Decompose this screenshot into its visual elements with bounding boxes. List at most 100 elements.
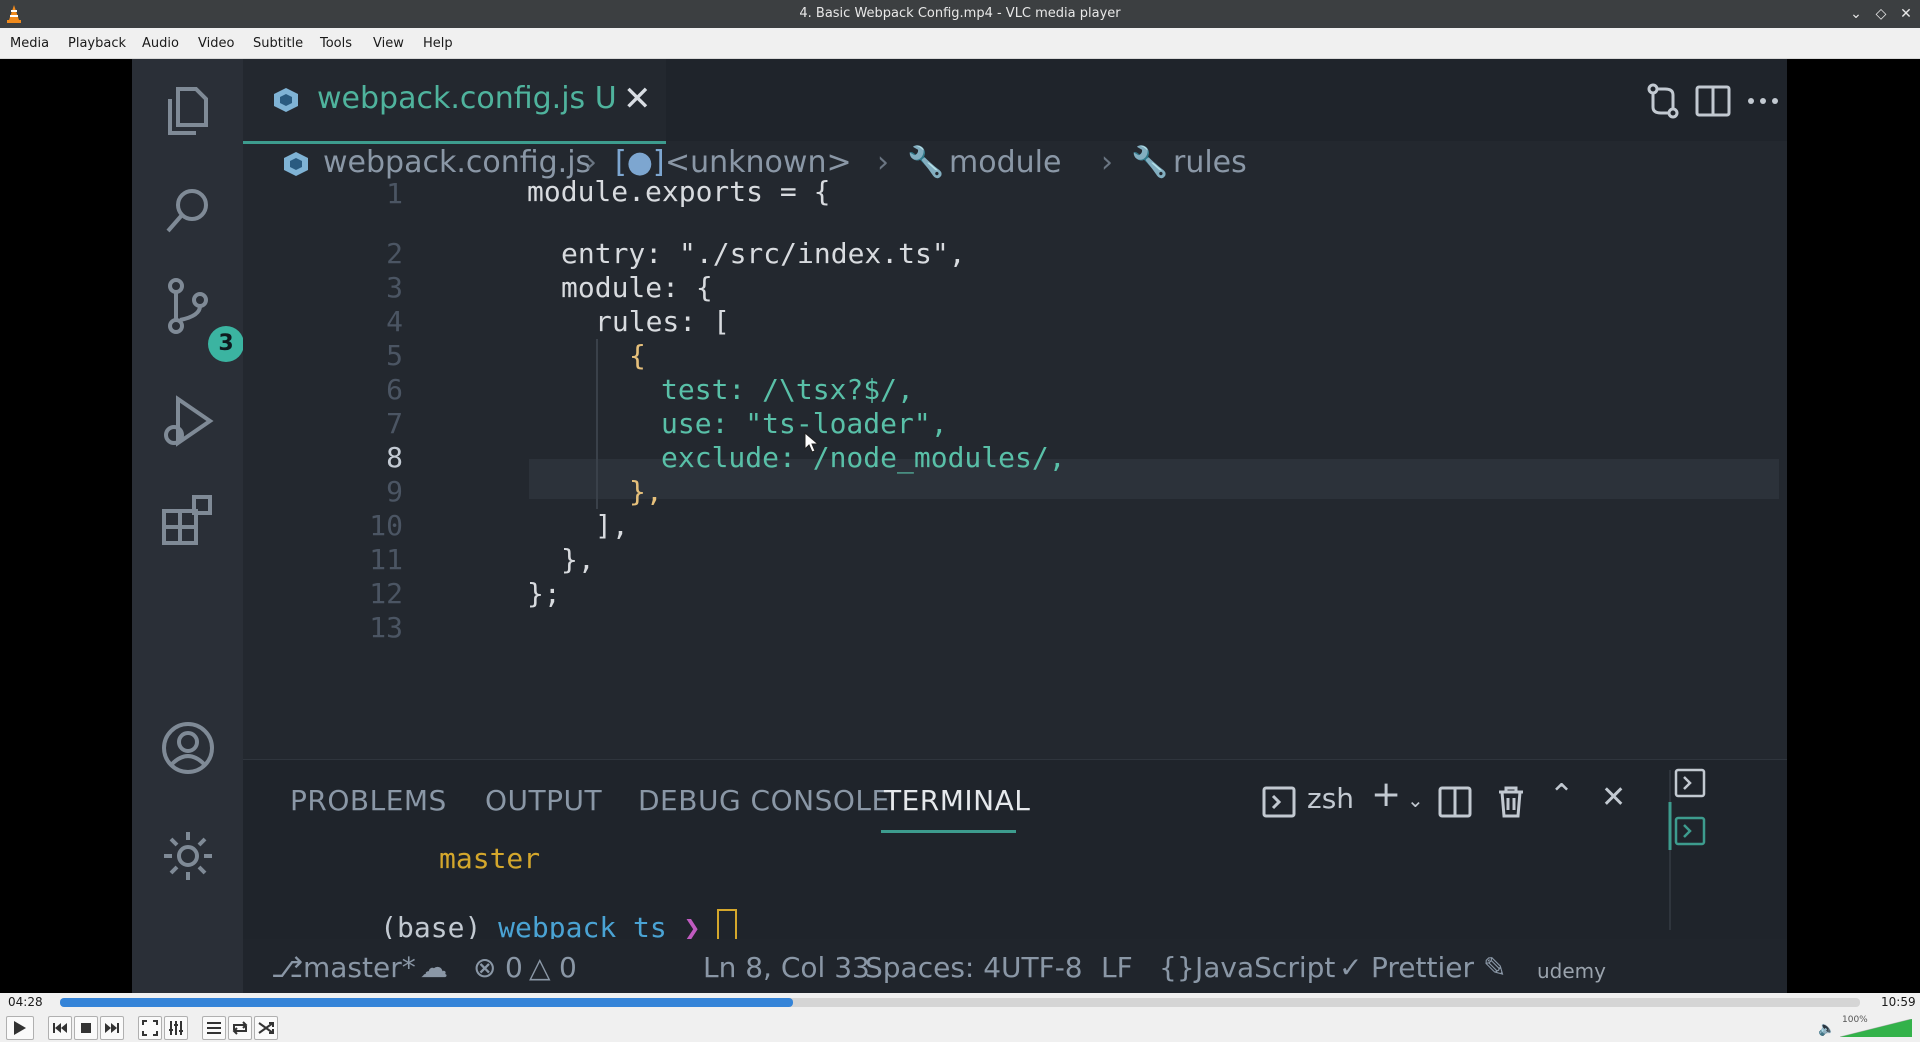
shell-name: zsh [1307,782,1355,815]
speaker-icon[interactable]: 🔈 [1818,1021,1835,1037]
terminal-cursor [717,909,738,941]
menu-audio[interactable]: Audio [142,36,179,51]
mouse-pointer-icon [804,431,820,453]
add-terminal-icon: + [1371,774,1402,815]
line-number: 10 [369,509,403,542]
control-bar: 🔈 100% [0,1013,1920,1042]
stop-button[interactable] [74,1016,98,1040]
panel-tab-terminal: TERMINAL [884,784,1031,817]
minimize-icon[interactable]: ⌄ [1846,4,1866,24]
next-button[interactable] [100,1016,124,1040]
tab-close-icon: ✕ [623,79,652,119]
terminal-icon [1262,786,1296,818]
source-control-icon [168,278,208,334]
maximize-icon[interactable]: ◇ [1871,4,1891,24]
terminal-branch: master [439,842,541,875]
loop-button[interactable] [228,1016,252,1040]
menu-playback[interactable]: Playback [68,36,126,51]
code-line: test: /\tsx?$/, [661,373,914,406]
split-terminal-icon [1438,786,1472,818]
shuffle-button[interactable] [254,1016,278,1040]
terminal-list [1668,768,1706,930]
seek-progress [60,998,793,1007]
stop-icon [81,1023,91,1033]
panel-tab-debug-console: DEBUG CONSOLE [638,784,890,817]
line-number: 2 [386,237,403,270]
close-panel-icon: ✕ [1601,780,1627,815]
line-number: 11 [369,543,403,576]
menu-media[interactable]: Media [10,36,49,51]
window-title: 4. Basic Webpack Config.mp4 - VLC media … [799,6,1121,21]
window-titlebar: 4. Basic Webpack Config.mp4 - VLC media … [0,0,1920,28]
status-warnings: 0 [559,951,577,984]
elapsed-time: 04:28 [8,995,43,1009]
code-line: }, [629,475,663,508]
line-number: 3 [386,271,403,304]
code-line: }; [527,577,561,610]
volume-label: 100% [1842,1015,1868,1025]
status-formatter: Prettier [1371,951,1474,984]
menu-tools[interactable]: Tools [320,36,352,51]
status-position: Ln 8, Col 33 [703,951,870,984]
maximize-panel-icon: ⌃ [1549,778,1575,813]
breadcrumb-rules: rules [1173,145,1247,180]
code-line: rules: [ [595,305,730,338]
play-icon [14,1021,26,1035]
source-control-badge: 3 [208,326,244,362]
previous-button[interactable] [48,1016,72,1040]
play-button[interactable] [6,1016,34,1040]
fullscreen-icon [142,1020,158,1036]
line-number: 7 [386,407,403,440]
status-language: JavaScript [1195,951,1336,984]
settings-gear-icon [164,832,212,880]
editor-tab-bar: webpack.config.js U ✕ [243,59,1787,144]
bottom-panel: PROBLEMS OUTPUT DEBUG CONSOLE TERMINAL z… [243,759,1787,944]
check-icon: ✓ [1339,951,1363,984]
status-bar: ⎇ master* ☁ ⊗ 0 △ 0 Ln 8, Col 33 Spaces:… [243,939,1787,993]
code-line: ], [595,509,629,542]
extended-settings-button[interactable] [164,1016,188,1040]
status-branch: master* [303,951,416,984]
code-line-active[interactable]: exclude: /node_modules/, [661,441,1066,474]
source-control-item: 3 [132,274,244,364]
fullscreen-button[interactable] [138,1016,162,1040]
status-eol: LF [1101,951,1133,984]
account-icon [162,722,214,774]
indent-guide [596,339,598,509]
line-number: 13 [369,611,403,644]
tab-webpack-config: webpack.config.js U ✕ [243,59,666,144]
menu-subtitle[interactable]: Subtitle [253,36,303,51]
breadcrumb-module: module [949,145,1062,180]
status-encoding: UTF-8 [1001,951,1083,984]
menu-video[interactable]: Video [198,36,234,51]
line-number: 9 [386,475,403,508]
chevron-down-icon: ⌄ [1407,788,1424,812]
explorer-icon [168,87,208,135]
editor-area: webpack.config.js U ✕ webpack.config.js … [243,59,1787,759]
extensions-icon [162,495,212,545]
playlist-button[interactable] [202,1016,226,1040]
code-editor: 1 2 3 4 5 6 7 8 9 10 11 12 13 module.exp… [243,175,1787,749]
previous-icon [53,1023,67,1033]
line-number: 5 [386,339,403,372]
more-actions-icon [1748,98,1778,104]
code-line: module.exports = { [527,175,831,208]
seek-slider[interactable] [60,998,1860,1007]
chevron-right-icon: › [1101,145,1113,180]
menu-view[interactable]: View [373,36,404,51]
chevron-right-icon: › [877,145,889,180]
close-icon[interactable]: ✕ [1896,4,1916,24]
panel-tab-output: OUTPUT [485,784,603,817]
trash-icon [1499,786,1523,818]
webpack-cube-icon [284,152,308,176]
menu-bar: Media Playback Audio Video Subtitle Tool… [0,28,1920,59]
branch-icon: ⎇ [271,951,304,984]
status-spaces: Spaces: 4 [865,951,1002,984]
status-errors: 0 [505,951,523,984]
line-number: 6 [386,373,403,406]
menu-help[interactable]: Help [423,36,453,51]
code-line: }, [561,543,595,576]
video-frame-vscode: 3 webpack.config.js U ✕ webpack.config.j… [132,59,1787,993]
seek-row: 04:28 10:59 [0,993,1920,1013]
total-time: 10:59 [1881,995,1916,1009]
